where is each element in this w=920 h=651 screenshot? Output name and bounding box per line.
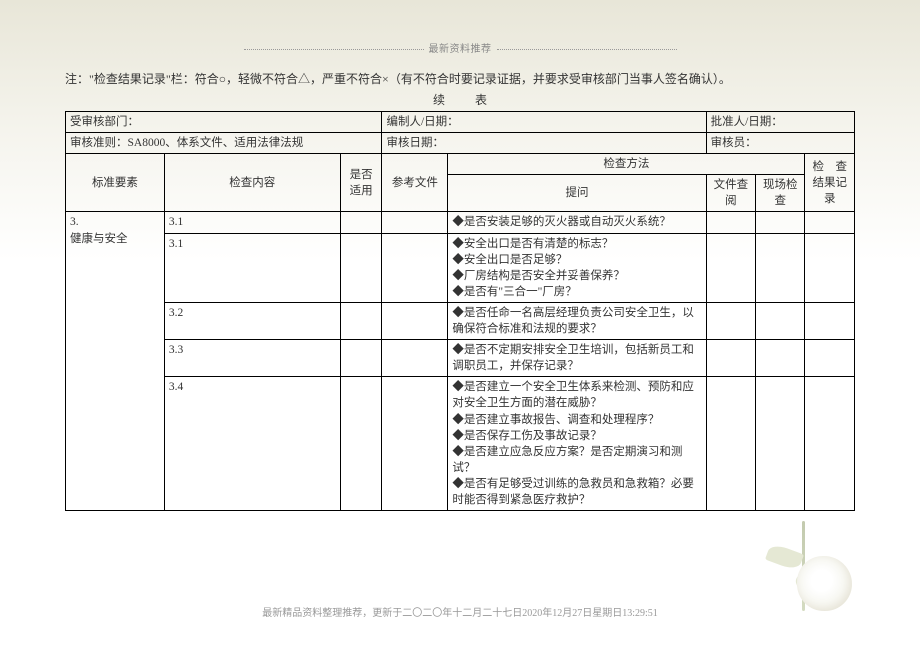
header-row-1: 标准要素 检查内容 是否适用 参考文件 检查方法 检 查结果记录: [66, 154, 855, 175]
th-ref: 参考文件: [382, 154, 448, 212]
element-cell: 3.健康与安全: [66, 212, 165, 511]
applicable-cell: [340, 340, 382, 377]
auditor-cell: 审核员：: [706, 133, 854, 154]
audit-table: 受审核部门： 编制人/日期： 批准人/日期： 审核准则：SA8000、体系文件、…: [65, 111, 855, 511]
applicable-cell: [340, 212, 382, 233]
info-row-1: 受审核部门： 编制人/日期： 批准人/日期：: [66, 112, 855, 133]
criteria-cell: 审核准则：SA8000、体系文件、适用法律法规: [66, 133, 382, 154]
note-text: 注："检查结果记录"栏：符合○，轻微不符合△，严重不符合×（有不符合时要记录证据…: [65, 70, 855, 88]
question-cell: ◆是否建立一个安全卫生体系来检测、预防和应对安全卫生方面的潜在威胁？◆是否建立事…: [448, 377, 706, 511]
result-cell: [805, 340, 855, 377]
result-cell: [805, 302, 855, 339]
content-cell: 3.4: [164, 377, 340, 511]
content-cell: 3.3: [164, 340, 340, 377]
content-cell: 3.2: [164, 302, 340, 339]
table-row: 3.健康与安全 3.1 ◆是否安装足够的灭火器或自动灭火系统？: [66, 212, 855, 233]
result-cell: [805, 233, 855, 302]
preparer-cell: 编制人/日期：: [382, 112, 706, 133]
content-cell: 3.1: [164, 233, 340, 302]
th-content: 检查内容: [164, 154, 340, 212]
question-cell: ◆是否安装足够的灭火器或自动灭火系统？: [448, 212, 706, 233]
site-cell: [756, 340, 805, 377]
info-row-2: 审核准则：SA8000、体系文件、适用法律法规 审核日期： 审核员：: [66, 133, 855, 154]
ref-cell: [382, 233, 448, 302]
applicable-cell: [340, 302, 382, 339]
footer-text: 最新精品资料整理推荐，更新于二〇二〇年十二月二十七日2020年12月27日星期日…: [0, 604, 920, 619]
th-question: 提问: [448, 175, 706, 212]
ref-cell: [382, 377, 448, 511]
question-cell: ◆是否任命一名高层经理负责公司安全卫生，以确保符合标准和法规的要求？: [448, 302, 706, 339]
approver-cell: 批准人/日期：: [706, 112, 854, 133]
flower-decoration: [740, 511, 860, 611]
doc-cell: [706, 233, 755, 302]
site-cell: [756, 212, 805, 233]
site-cell: [756, 377, 805, 511]
table-row: 3.3 ◆是否不定期安排安全卫生培训，包括新员工和调职员工，并保存记录？: [66, 340, 855, 377]
table-row: 3.1 ◆安全出口是否有清楚的标志？◆安全出口是否足够？◆厂房结构是否安全并妥善…: [66, 233, 855, 302]
question-cell: ◆安全出口是否有清楚的标志？◆安全出口是否足够？◆厂房结构是否安全并妥善保养？◆…: [448, 233, 706, 302]
ref-cell: [382, 340, 448, 377]
doc-cell: [706, 212, 755, 233]
table-row: 3.2 ◆是否任命一名高层经理负责公司安全卫生，以确保符合标准和法规的要求？: [66, 302, 855, 339]
th-result: 检 查结果记录: [805, 154, 855, 212]
ref-cell: [382, 302, 448, 339]
applicable-cell: [340, 233, 382, 302]
result-cell: [805, 212, 855, 233]
th-doc: 文件查阅: [706, 175, 755, 212]
continue-label: 续表: [65, 91, 855, 108]
site-cell: [756, 233, 805, 302]
ref-cell: [382, 212, 448, 233]
doc-cell: [706, 340, 755, 377]
th-element: 标准要素: [66, 154, 165, 212]
header-line: 最新资料推荐: [65, 40, 855, 55]
table-row: 3.4 ◆是否建立一个安全卫生体系来检测、预防和应对安全卫生方面的潜在威胁？◆是…: [66, 377, 855, 511]
question-cell: ◆是否不定期安排安全卫生培训，包括新员工和调职员工，并保存记录？: [448, 340, 706, 377]
doc-cell: [706, 302, 755, 339]
audit-date-cell: 审核日期：: [382, 133, 706, 154]
result-cell: [805, 377, 855, 511]
applicable-cell: [340, 377, 382, 511]
th-method: 检查方法: [448, 154, 805, 175]
doc-cell: [706, 377, 755, 511]
dept-cell: 受审核部门：: [66, 112, 382, 133]
th-site: 现场检查: [756, 175, 805, 212]
content-cell: 3.1: [164, 212, 340, 233]
th-applicable: 是否适用: [340, 154, 382, 212]
site-cell: [756, 302, 805, 339]
